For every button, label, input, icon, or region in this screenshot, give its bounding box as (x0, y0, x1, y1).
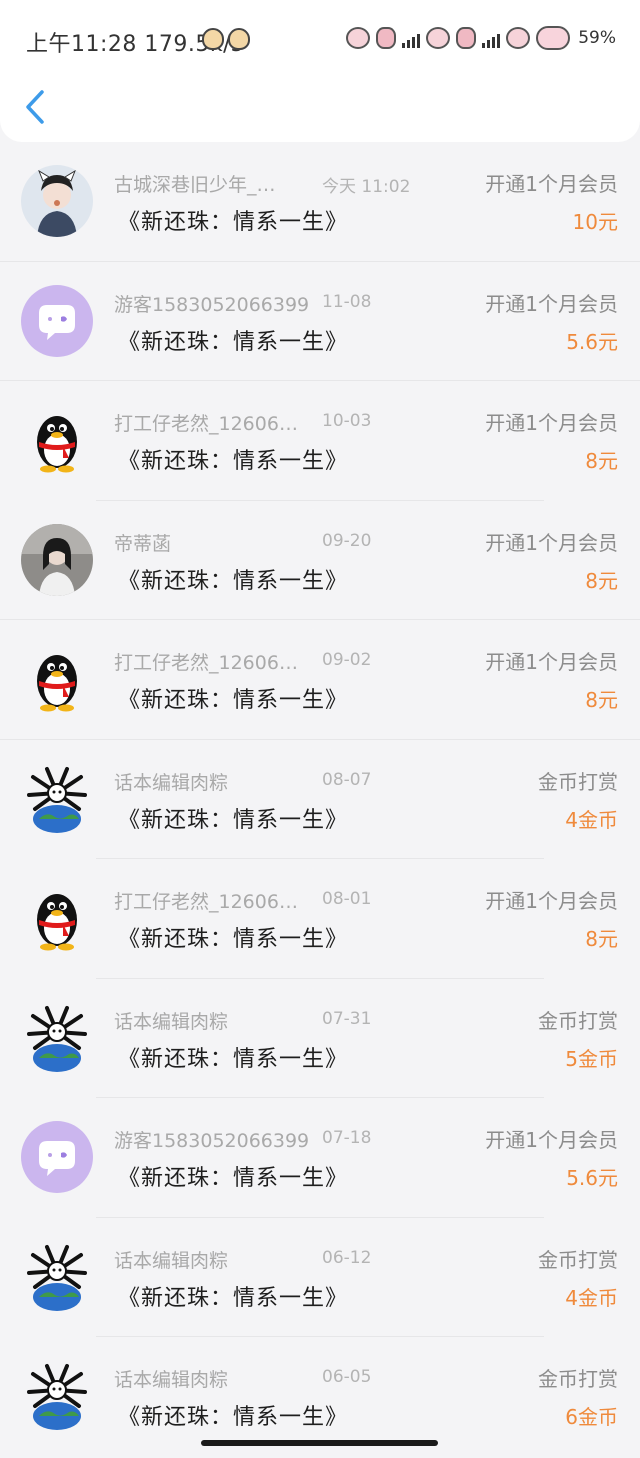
record-row[interactable]: 游客15830520663​99 11-08 《新还珠：情系一生》 开通1个月会… (0, 262, 640, 381)
home-indicator (201, 1440, 438, 1446)
back-button[interactable] (22, 88, 50, 126)
user-name: 打工仔老然_12606… (114, 652, 298, 674)
record-row[interactable]: 话本编辑肉粽 06-12 《新还珠：情系一生》 金币打赏 4金币 (0, 1218, 640, 1337)
avatar-chat-bubble[interactable] (21, 1121, 93, 1193)
reward-amount: 5.6元 (566, 329, 618, 354)
record-row[interactable]: 打工仔老然_12606… 10-03 《新还珠：情系一生》 开通1个月会员 8元 (0, 381, 640, 501)
reward-amount: 10元 (572, 210, 618, 234)
signal-5g-icon (482, 28, 501, 48)
reward-record-list: 古城深巷旧少年_… 今天 11:02 《新还珠：情系一生》 开通1个月会员 10… (0, 142, 640, 1457)
reward-type: 开通1个月会员 (485, 530, 618, 555)
user-name: 话本编辑肉粽 (114, 1369, 229, 1391)
reward-amount: 8元 (585, 449, 618, 473)
book-title: 《新还珠：情系一生》 (118, 210, 349, 235)
record-date: 08-07 (322, 769, 372, 790)
app-root: 上午11:28 179.5k/s 59% 古城深巷旧少年_… 今天 11:02 … (0, 0, 640, 1458)
reward-type: 金币打赏 (538, 1247, 618, 1272)
reward-type: 金币打赏 (538, 1367, 618, 1391)
user-name: 游客15830520663​99 (114, 1130, 310, 1152)
book-title: 《新还珠：情系一生》 (118, 568, 349, 594)
app-notification-icon (202, 28, 224, 50)
record-row[interactable]: 游客15830520663​99 07-18 《新还珠：情系一生》 开通1个月会… (0, 1098, 640, 1218)
reward-type: 开通1个月会员 (485, 1128, 618, 1152)
record-date: 06-05 (322, 1367, 372, 1387)
record-date: 10-03 (322, 411, 372, 431)
record-row[interactable]: 话本编辑肉粽 06-05 《新还珠：情系一生》 金币打赏 6金币 (0, 1337, 640, 1457)
record-date: 07-31 (322, 1008, 372, 1029)
status-bar: 上午11:28 179.5k/s 59% (0, 0, 640, 80)
reward-amount: 6金币 (565, 1405, 618, 1429)
reward-amount: 4金币 (565, 807, 618, 832)
book-title: 《新还珠：情系一生》 (118, 927, 349, 952)
user-name: 打工仔老然_12606… (114, 891, 298, 913)
reward-amount: 5金币 (565, 1046, 618, 1071)
reward-type: 开通1个月会员 (485, 889, 618, 913)
sticker-flower-icon (456, 27, 477, 49)
avatar-girl-photo[interactable] (21, 165, 93, 237)
reward-amount: 8元 (585, 568, 618, 593)
avatar-penguin[interactable] (21, 882, 93, 954)
record-date: 06-12 (322, 1247, 372, 1268)
user-name: 游客15830520663​99 (114, 293, 310, 316)
record-date: 08-01 (322, 889, 372, 909)
user-name: 帝蒂菡 (114, 532, 172, 555)
user-name: 话本编辑肉粽 (114, 1249, 229, 1272)
record-date: 07-18 (322, 1128, 372, 1148)
user-name: 打工仔老然_12606… (114, 413, 298, 435)
chevron-left-icon (26, 90, 44, 124)
user-name: 古城深巷旧少年_… (114, 174, 276, 196)
book-title: 《新还珠：情系一生》 (118, 1285, 349, 1311)
record-row[interactable]: 话本编辑肉粽 08-07 《新还珠：情系一生》 金币打赏 4金币 (0, 740, 640, 859)
book-title: 《新还珠：情系一生》 (118, 329, 349, 355)
record-row[interactable]: 话本编辑肉粽 07-31 《新还珠：情系一生》 金币打赏 5金币 (0, 979, 640, 1098)
reward-type: 开通1个月会员 (485, 411, 618, 435)
record-row[interactable]: 古城深巷旧少年_… 今天 11:02 《新还珠：情系一生》 开通1个月会员 10… (0, 142, 640, 262)
sticker-planet-icon (426, 27, 451, 49)
reward-amount: 4金币 (565, 1285, 618, 1310)
avatar-spider-earth[interactable] (21, 1360, 93, 1432)
user-name: 话本编辑肉粽 (114, 771, 229, 794)
battery-percentage: 59% (578, 28, 616, 48)
signal-strength-icon (402, 28, 421, 48)
reward-amount: 8元 (585, 927, 618, 951)
record-row[interactable]: 帝蒂菡 09-20 《新还珠：情系一生》 开通1个月会员 8元 (0, 501, 640, 620)
book-title: 《新还珠：情系一生》 (118, 1166, 349, 1191)
reward-type: 金币打赏 (538, 769, 618, 794)
sticker-bear-icon (346, 27, 371, 49)
book-title: 《新还珠：情系一生》 (118, 1405, 349, 1430)
avatar-spider-earth[interactable] (21, 1240, 93, 1313)
record-row[interactable]: 打工仔老然_12606… 08-01 《新还珠：情系一生》 开通1个月会员 8元 (0, 859, 640, 979)
app-notification-icon (228, 28, 250, 50)
status-app-icons (202, 28, 250, 50)
record-date: 今天 11:02 (322, 177, 411, 197)
reward-type: 开通1个月会员 (485, 291, 618, 316)
sticker-planet-icon (506, 27, 531, 49)
battery-pig-icon (536, 26, 571, 50)
avatar-spider-earth[interactable] (21, 762, 93, 835)
header: 上午11:28 179.5k/s 59% (0, 0, 640, 142)
avatar-portrait-photo[interactable] (21, 523, 93, 596)
reward-type: 金币打赏 (538, 1008, 618, 1033)
book-title: 《新还珠：情系一生》 (118, 688, 349, 713)
reward-type: 开通1个月会员 (485, 650, 618, 674)
reward-type: 开通1个月会员 (485, 172, 618, 196)
record-row[interactable]: 打工仔老然_12606… 09-02 《新还珠：情系一生》 开通1个月会员 8元 (0, 620, 640, 740)
reward-amount: 5.6元 (566, 1166, 618, 1190)
user-name: 话本编辑肉粽 (114, 1010, 229, 1033)
avatar-penguin[interactable] (21, 404, 93, 476)
avatar-spider-earth[interactable] (21, 1001, 93, 1074)
avatar-penguin[interactable] (21, 643, 93, 715)
book-title: 《新还珠：情系一生》 (118, 807, 349, 833)
book-title: 《新还珠：情系一生》 (118, 449, 349, 474)
reward-amount: 8元 (585, 688, 618, 712)
record-date: 09-20 (322, 530, 372, 551)
record-date: 09-02 (322, 650, 372, 670)
status-right-group: 59% (346, 26, 616, 50)
record-date: 11-08 (322, 291, 372, 312)
avatar-chat-bubble[interactable] (21, 284, 93, 357)
book-title: 《新还珠：情系一生》 (118, 1046, 349, 1072)
sticker-flower-icon (376, 27, 397, 49)
